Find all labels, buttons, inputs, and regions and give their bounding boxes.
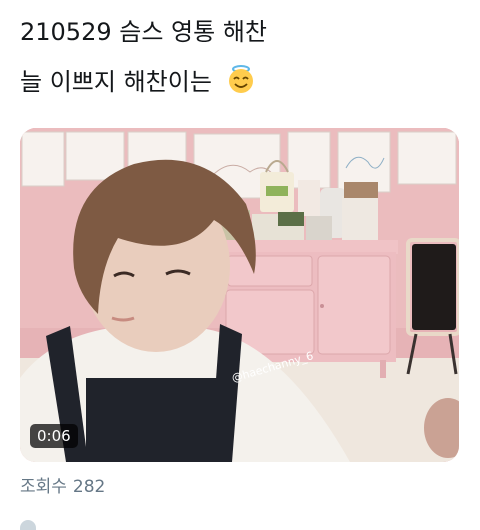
video-timestamp: 0:06 bbox=[30, 424, 78, 448]
video-player[interactable]: @haechanny_6 bbox=[20, 128, 459, 462]
tweet-text-1: 210529 슴스 영통 해찬 bbox=[20, 18, 267, 46]
views-number: 282 bbox=[72, 477, 106, 497]
tweet-card: 210529 슴스 영통 해찬 늘 이쁘지 해찬이는 @haechanny_6 … bbox=[0, 0, 480, 530]
view-count: 조회수 282 bbox=[20, 476, 105, 498]
tweet-text-line-1: 210529 슴스 영통 해찬 bbox=[20, 16, 267, 48]
views-label: 조회수 bbox=[20, 477, 67, 497]
tweet-text-line-2: 늘 이쁘지 해찬이는 bbox=[20, 64, 256, 102]
avatar-partial bbox=[20, 520, 36, 530]
smiling-face-with-halo-icon bbox=[226, 64, 256, 102]
video-frame: @haechanny_6 bbox=[20, 128, 459, 462]
tweet-text-2: 늘 이쁘지 해찬이는 bbox=[20, 68, 212, 96]
